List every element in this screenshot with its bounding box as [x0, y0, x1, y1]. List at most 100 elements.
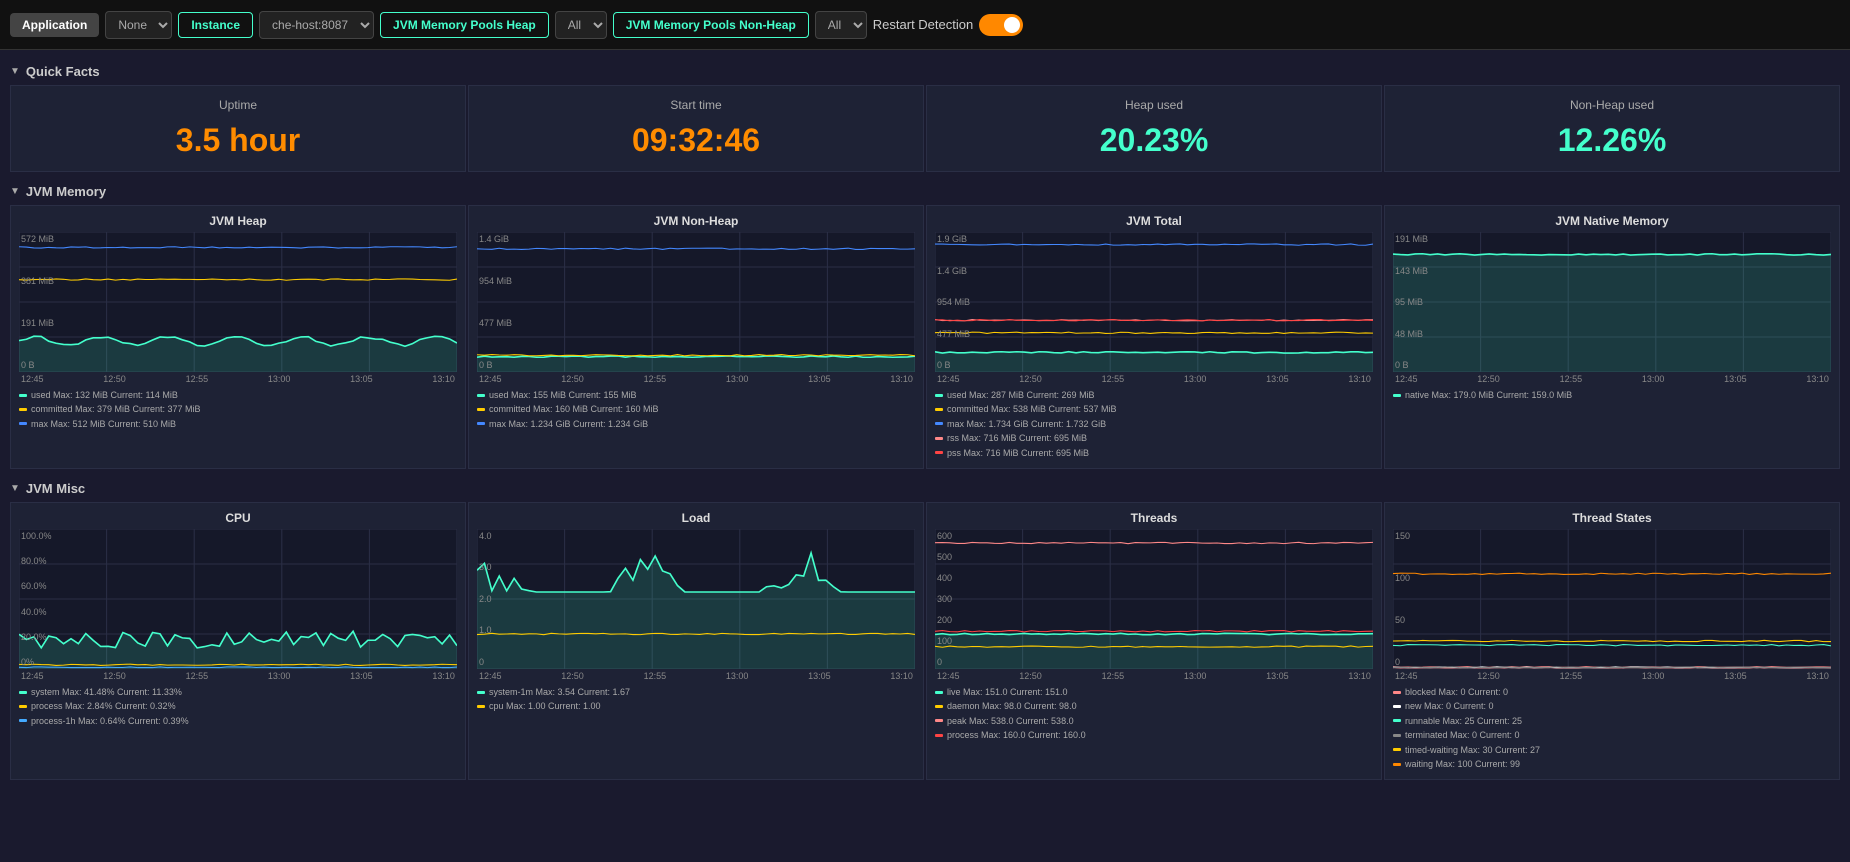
legend-jvm_misc-1: system-1m Max: 3.54 Current: 1.67cpu Max… [477, 685, 915, 714]
x-axis-label: 13:10 [432, 374, 455, 384]
legend-item: used Max: 155 MiB Current: 155 MiB [477, 388, 915, 402]
legend-color [1393, 734, 1401, 737]
x-axis-label: 12:55 [1560, 671, 1583, 681]
legend-color [1393, 705, 1401, 708]
legend-jvm_memory-1: used Max: 155 MiB Current: 155 MiBcommit… [477, 388, 915, 431]
restart-toggle[interactable] [979, 14, 1023, 36]
x-axis-label: 13:05 [1266, 374, 1289, 384]
legend-item: terminated Max: 0 Current: 0 [1393, 728, 1831, 742]
legend-item: cpu Max: 1.00 Current: 1.00 [477, 699, 915, 713]
jvm-misc-chevron: ▼ [10, 483, 20, 494]
all2-select[interactable]: All [815, 11, 867, 39]
host-select[interactable]: che-host:8087 [259, 11, 374, 39]
x-axis-label: 13:00 [268, 374, 291, 384]
chart-jvm_misc-3: Thread States15010050012:4512:5012:5513:… [1384, 502, 1840, 780]
fact-nonheap-value: 12.26% [1395, 122, 1829, 159]
legend-text: committed Max: 379 MiB Current: 377 MiB [31, 402, 201, 416]
legend-text: system-1m Max: 3.54 Current: 1.67 [489, 685, 630, 699]
legend-item: live Max: 151.0 Current: 151.0 [935, 685, 1373, 699]
x-axis-label: 12:50 [1477, 671, 1500, 681]
legend-text: system Max: 41.48% Current: 11.33% [31, 685, 182, 699]
x-axis-label: 12:45 [479, 671, 502, 681]
legend-color [19, 408, 27, 411]
legend-color [19, 691, 27, 694]
legend-text: process Max: 160.0 Current: 160.0 [947, 728, 1086, 742]
legend-item: runnable Max: 25 Current: 25 [1393, 714, 1831, 728]
fact-heap: Heap used 20.23% [926, 85, 1382, 172]
chart-title-jvm_misc-2: Threads [935, 511, 1373, 525]
legend-color [1393, 394, 1401, 397]
x-axis-label: 13:05 [1724, 374, 1747, 384]
chart-jvm_memory-1: JVM Non-Heap1.4 GiB954 MiB477 MiB0 B12:4… [468, 205, 924, 469]
legend-text: blocked Max: 0 Current: 0 [1405, 685, 1508, 699]
chart-area-jvm_misc-1: 4.03.02.01.00 [477, 529, 915, 669]
legend-text: runnable Max: 25 Current: 25 [1405, 714, 1522, 728]
chart-title-jvm_memory-3: JVM Native Memory [1393, 214, 1831, 228]
x-axis-label: 12:50 [103, 671, 126, 681]
legend-color [935, 451, 943, 454]
chart-area-jvm_memory-3: 191 MiB143 MiB95 MiB48 MiB0 B [1393, 232, 1831, 372]
chart-title-jvm_misc-3: Thread States [1393, 511, 1831, 525]
x-axis-label: 13:00 [726, 671, 749, 681]
legend-color [477, 394, 485, 397]
jvm-memory-chevron: ▼ [10, 186, 20, 197]
jvm-memory-charts: JVM Heap572 MiB381 MiB191 MiB0 B12:4512:… [10, 205, 1840, 469]
quick-facts-chevron: ▼ [10, 66, 20, 77]
legend-item: new Max: 0 Current: 0 [1393, 699, 1831, 713]
legend-text: used Max: 132 MiB Current: 114 MiB [31, 388, 178, 402]
x-axis-label: 13:05 [350, 671, 373, 681]
legend-jvm_misc-2: live Max: 151.0 Current: 151.0daemon Max… [935, 685, 1373, 743]
jvm-memory-header[interactable]: ▼ JVM Memory [10, 178, 1840, 205]
x-axis-label: 13:10 [432, 671, 455, 681]
chart-jvm_misc-1: Load4.03.02.01.0012:4512:5012:5513:0013:… [468, 502, 924, 780]
legend-item: rss Max: 716 MiB Current: 695 MiB [935, 431, 1373, 445]
legend-item: blocked Max: 0 Current: 0 [1393, 685, 1831, 699]
x-axis-label: 13:05 [1266, 671, 1289, 681]
instance-btn[interactable]: Instance [178, 12, 253, 38]
x-axis-label: 12:45 [479, 374, 502, 384]
fact-starttime-value: 09:32:46 [479, 122, 913, 159]
top-nav: Application None Instance che-host:8087 … [0, 0, 1850, 50]
x-axis-label: 12:50 [561, 374, 584, 384]
jvm-misc-header[interactable]: ▼ JVM Misc [10, 475, 1840, 502]
chart-title-jvm_misc-0: CPU [19, 511, 457, 525]
legend-color [1393, 719, 1401, 722]
x-axis-label: 12:50 [1477, 374, 1500, 384]
x-axis-label: 12:45 [1395, 374, 1418, 384]
legend-text: timed-waiting Max: 30 Current: 27 [1405, 743, 1540, 757]
restart-detection-btn[interactable]: Restart Detection [873, 17, 973, 32]
quick-facts-grid: Uptime 3.5 hour Start time 09:32:46 Heap… [10, 85, 1840, 172]
legend-color [19, 422, 27, 425]
all1-select[interactable]: All [555, 11, 607, 39]
legend-jvm_misc-3: blocked Max: 0 Current: 0new Max: 0 Curr… [1393, 685, 1831, 771]
legend-jvm_misc-0: system Max: 41.48% Current: 11.33%proces… [19, 685, 457, 728]
x-axis-label: 13:00 [1184, 374, 1207, 384]
legend-text: process Max: 2.84% Current: 0.32% [31, 699, 176, 713]
legend-color [935, 437, 943, 440]
fact-starttime: Start time 09:32:46 [468, 85, 924, 172]
x-axis-label: 13:10 [890, 374, 913, 384]
x-axis-label: 12:50 [1019, 671, 1042, 681]
legend-item: max Max: 1.234 GiB Current: 1.234 GiB [477, 417, 915, 431]
chart-jvm_memory-2: JVM Total1.9 GiB1.4 GiB954 MiB477 MiB0 B… [926, 205, 1382, 469]
legend-color [935, 705, 943, 708]
jvm-nonheap-btn[interactable]: JVM Memory Pools Non-Heap [613, 12, 809, 38]
jvm-heap-btn[interactable]: JVM Memory Pools Heap [380, 12, 549, 38]
legend-text: pss Max: 716 MiB Current: 695 MiB [947, 446, 1089, 460]
quick-facts-title: Quick Facts [26, 64, 100, 79]
legend-text: daemon Max: 98.0 Current: 98.0 [947, 699, 1077, 713]
legend-item: system Max: 41.48% Current: 11.33% [19, 685, 457, 699]
x-axis-label: 13:05 [1724, 671, 1747, 681]
legend-text: committed Max: 538 MiB Current: 537 MiB [947, 402, 1117, 416]
legend-color [477, 422, 485, 425]
legend-item: used Max: 287 MiB Current: 269 MiB [935, 388, 1373, 402]
legend-text: peak Max: 538.0 Current: 538.0 [947, 714, 1074, 728]
quick-facts-header[interactable]: ▼ Quick Facts [10, 58, 1840, 85]
application-btn[interactable]: Application [10, 13, 99, 37]
fact-starttime-label: Start time [479, 98, 913, 112]
legend-item: peak Max: 538.0 Current: 538.0 [935, 714, 1373, 728]
x-axis-label: 12:50 [103, 374, 126, 384]
legend-color [1393, 748, 1401, 751]
legend-color [19, 705, 27, 708]
none-select[interactable]: None [105, 11, 172, 39]
